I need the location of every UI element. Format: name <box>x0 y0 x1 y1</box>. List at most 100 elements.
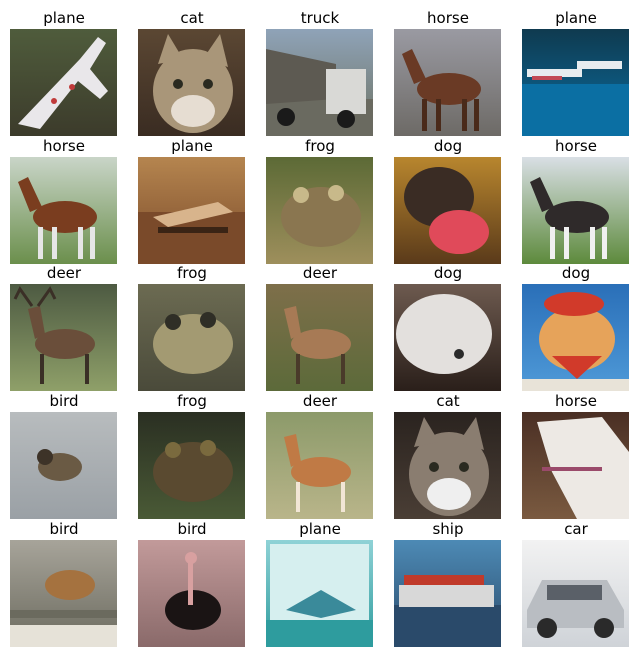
frog-brown-closeup-scene <box>266 157 373 264</box>
image-thumbnail <box>138 540 245 647</box>
thumbnail-drawing <box>394 540 501 647</box>
thumbnail-drawing <box>10 540 117 647</box>
thumbnail-drawing <box>522 157 629 264</box>
thumbnail-drawing <box>10 412 117 519</box>
image-cell: cat <box>394 390 502 519</box>
dog-with-red-toy-scene <box>394 157 501 264</box>
image-label: cat <box>436 392 460 410</box>
image-thumbnail <box>266 412 373 519</box>
image-cell: plane <box>138 135 246 264</box>
image-cell: dog <box>394 262 502 391</box>
thumbnail-drawing <box>10 284 117 391</box>
thumbnail-drawing <box>266 29 373 136</box>
dog-white-fluffy-scene <box>394 284 501 391</box>
image-label: deer <box>46 264 82 282</box>
image-cell: ship <box>394 518 502 647</box>
image-thumbnail <box>266 284 373 391</box>
image-cell: bird <box>10 390 118 519</box>
image-label: plane <box>43 9 85 27</box>
image-cell: frog <box>138 262 246 391</box>
cat-closeup-scene <box>138 29 245 136</box>
image-cell: dog <box>394 135 502 264</box>
image-thumbnail <box>394 29 501 136</box>
image-thumbnail <box>394 412 501 519</box>
image-cell: cat <box>138 7 246 136</box>
image-label: frog <box>177 264 207 282</box>
horse-brown-standing-scene <box>394 29 501 136</box>
frog-dark-leaves-scene <box>138 412 245 519</box>
image-thumbnail <box>394 157 501 264</box>
image-label: ship <box>432 520 464 538</box>
image-cell: horse <box>522 390 630 519</box>
deer-brown-grass-scene <box>266 284 373 391</box>
image-thumbnail <box>522 540 629 647</box>
image-label: horse <box>43 137 85 155</box>
thumbnail-drawing <box>522 412 629 519</box>
image-label: frog <box>305 137 335 155</box>
image-thumbnail <box>138 412 245 519</box>
frog-grey-ground-scene <box>138 284 245 391</box>
image-thumbnail <box>138 29 245 136</box>
image-thumbnail <box>522 29 629 136</box>
car-silver-scene <box>522 540 629 647</box>
deer-stag-field-scene <box>10 284 117 391</box>
thumbnail-drawing <box>10 29 117 136</box>
thumbnail-drawing <box>394 284 501 391</box>
image-cell: horse <box>394 7 502 136</box>
image-grid: plane cat truck horse plane horse plane frog dog… <box>0 0 639 656</box>
seaplane-on-water-scene <box>522 29 629 136</box>
image-thumbnail <box>10 157 117 264</box>
image-cell: plane <box>266 518 374 647</box>
image-thumbnail <box>266 540 373 647</box>
thumbnail-drawing <box>138 412 245 519</box>
image-thumbnail <box>10 284 117 391</box>
image-thumbnail <box>10 540 117 647</box>
image-thumbnail <box>522 284 629 391</box>
image-thumbnail <box>266 157 373 264</box>
thumbnail-drawing <box>138 157 245 264</box>
image-label: horse <box>427 9 469 27</box>
thumbnail-drawing <box>266 284 373 391</box>
image-label: dog <box>561 264 591 282</box>
image-thumbnail <box>394 540 501 647</box>
thumbnail-drawing <box>394 29 501 136</box>
image-label: deer <box>302 264 338 282</box>
image-cell: horse <box>522 135 630 264</box>
image-thumbnail <box>522 157 629 264</box>
horse-white-head-scene <box>522 412 629 519</box>
thumbnail-drawing <box>394 157 501 264</box>
image-label: car <box>564 520 588 538</box>
bird-on-branch-scene <box>10 540 117 647</box>
thumbnail-drawing <box>138 284 245 391</box>
image-thumbnail <box>138 284 245 391</box>
horse-bay-side-scene <box>10 157 117 264</box>
plane-sunset-ground-scene <box>138 157 245 264</box>
image-cell: bird <box>138 518 246 647</box>
image-label: dog <box>433 264 463 282</box>
image-label: plane <box>299 520 341 538</box>
image-thumbnail <box>138 157 245 264</box>
truck-dump-scene <box>266 29 373 136</box>
image-cell: bird <box>10 518 118 647</box>
image-cell: dog <box>522 262 630 391</box>
ship-container-sea-scene <box>394 540 501 647</box>
image-label: plane <box>171 137 213 155</box>
image-cell: truck <box>266 7 374 136</box>
image-thumbnail <box>10 29 117 136</box>
image-cell: frog <box>138 390 246 519</box>
image-cell: deer <box>266 262 374 391</box>
image-label: bird <box>177 520 207 538</box>
thumbnail-drawing <box>266 157 373 264</box>
thumbnail-drawing <box>138 29 245 136</box>
thumbnail-drawing <box>394 412 501 519</box>
image-cell: plane <box>522 7 630 136</box>
thumbnail-drawing <box>10 157 117 264</box>
image-cell: plane <box>10 7 118 136</box>
image-cell: car <box>522 518 630 647</box>
plane-white-on-grass-scene <box>10 29 117 136</box>
image-label: horse <box>555 392 597 410</box>
horse-dark-fence-scene <box>522 157 629 264</box>
jet-teal-frame-scene <box>266 540 373 647</box>
image-label: bird <box>49 520 79 538</box>
image-cell: deer <box>266 390 374 519</box>
